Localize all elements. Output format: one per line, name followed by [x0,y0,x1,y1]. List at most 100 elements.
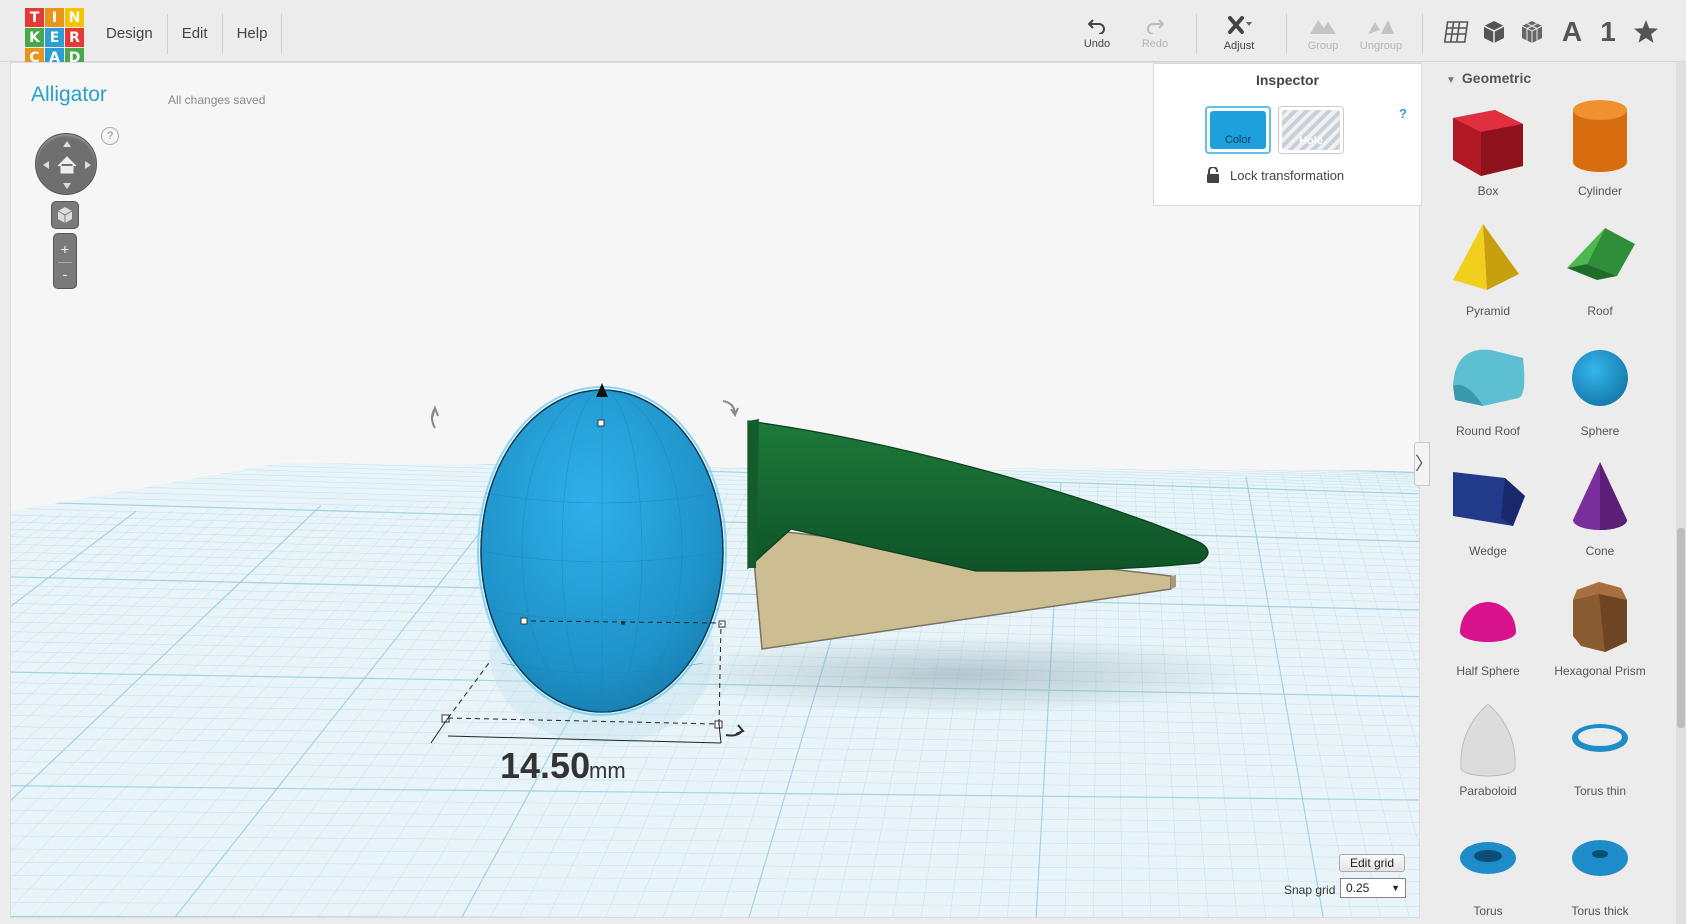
shape-wedge[interactable]: Wedge [1432,456,1544,566]
grid-icon[interactable] [1440,16,1472,48]
shape-label: Cylinder [1577,184,1622,198]
cube-icon[interactable] [1478,16,1510,48]
undo-button[interactable]: Undo [1066,16,1128,50]
toolbar-divider [1286,14,1287,54]
ungroup-icon [1368,20,1394,34]
zoom-out-button[interactable]: - [54,261,76,287]
snap-grid-value: 0.25 [1346,881,1370,895]
logo-letter: R [65,28,84,47]
torus-thick-shape-icon [1572,840,1628,876]
shape-torus-thick[interactable]: Torus thick [1544,816,1656,924]
lock-label: Lock transformation [1230,167,1345,183]
wire-cube-icon[interactable] [1516,16,1548,48]
shape-round-roof[interactable]: Round Roof [1432,336,1544,446]
cube-icon [57,207,73,223]
redo-label: Redo [1141,38,1169,50]
shape-label: Torus thin [1573,784,1627,798]
hole-swatch: Hole [1282,110,1340,150]
height-handle[interactable] [597,419,605,427]
side-handle[interactable] [718,620,726,628]
hole-button[interactable]: Hole [1278,106,1344,154]
toolbar-divider [1196,14,1197,54]
panel-toggle-button[interactable]: 〉 [1414,442,1433,486]
torus-shape-icon [1460,842,1516,874]
undo-icon [1087,19,1105,34]
inspector-title: Inspector [1255,72,1319,88]
view-help-button[interactable]: ? [101,127,119,145]
shape-box[interactable]: Box [1432,96,1544,206]
panel-scrollbar-track[interactable] [1676,62,1686,924]
zoom-controls: + - [53,233,77,289]
shape-sphere[interactable]: Sphere [1544,336,1656,446]
panel-scrollbar-thumb[interactable] [1677,528,1685,728]
shape-label: Hexagonal Prism [1554,664,1646,678]
star-icon[interactable] [1630,16,1662,48]
shapes-panel: ▼ Geometric Box Cylinder Pyramid Roof Rou… [1430,62,1686,924]
inspector-panel: Inspector ? Color Hole Lock transformati… [1153,63,1422,206]
tinkercad-logo[interactable]: T I N K E R C A D [25,8,85,68]
shape-label: Half Sphere [1456,664,1520,678]
color-button[interactable]: Color [1205,106,1271,154]
number-one-icon[interactable]: 1 [1592,16,1624,48]
shape-label: Sphere [1580,424,1620,438]
collapse-triangle-icon: ▼ [1446,75,1456,86]
shape-half-sphere[interactable]: Half Sphere [1432,576,1544,686]
shape-pyramid[interactable]: Pyramid [1432,216,1544,326]
hole-label: Hole [1299,135,1323,147]
shape-label: Pyramid [1465,304,1510,318]
jaw-side [1171,575,1176,589]
group-label: Group [1307,40,1339,52]
adjust-button[interactable]: Adjust [1208,16,1270,52]
shape-cone[interactable]: Cone [1544,456,1656,566]
adjust-tools-icon [1228,16,1252,34]
ungroup-button[interactable]: Ungroup [1350,16,1412,52]
shape-label: Box [1477,184,1499,198]
snap-grid-select[interactable]: 0.25 ▼ [1340,878,1406,898]
shape-label: Round Roof [1455,424,1521,438]
shape-torus[interactable]: Torus [1432,816,1544,924]
shape-hexagonal-prism[interactable]: Hexagonal Prism [1544,576,1656,686]
paraboloid-shape-icon [1460,703,1516,777]
menu-design[interactable]: Design [92,14,168,54]
shape-category-header[interactable]: ▼ Geometric [1446,70,1531,86]
zoom-in-button[interactable]: + [54,236,76,262]
group-button[interactable]: Group [1292,16,1354,52]
orbit-nav-pad[interactable] [35,133,97,195]
pyramid-shape-icon [1453,224,1519,290]
shape-paraboloid[interactable]: Paraboloid [1432,696,1544,806]
padlock-icon [1207,167,1219,183]
inspector-help-button[interactable]: ? [1399,106,1407,121]
torus-thin-shape-icon [1572,724,1628,752]
objects-shadow [661,635,1261,715]
dimension-value[interactable]: 14.50 [500,745,590,786]
cylinder-shape-icon [1573,100,1627,172]
shape-label: Cone [1585,544,1615,558]
ungroup-label: Ungroup [1359,40,1403,52]
hexagonal-prism-shape-icon [1573,582,1627,652]
shape-torus-thin[interactable]: Torus thin [1544,696,1656,806]
category-label: Geometric [1461,70,1532,86]
lock-transformation-toggle[interactable]: Lock transformation [1206,167,1344,183]
shape-label: Paraboloid [1459,784,1517,798]
save-status: All changes saved [168,93,266,107]
redo-button[interactable]: Redo [1124,16,1186,50]
text-letter-icon[interactable]: A [1556,16,1588,48]
corner-handle[interactable] [714,720,723,729]
group-icon [1310,20,1336,34]
shape-roof[interactable]: Roof [1544,216,1656,326]
menu-edit[interactable]: Edit [168,14,223,54]
logo-letter: T [25,8,44,27]
shape-cylinder[interactable]: Cylinder [1544,96,1656,206]
side-handle[interactable] [520,617,528,625]
edit-grid-button[interactable]: Edit grid [1339,854,1405,872]
home-view-icon[interactable] [36,134,98,196]
redo-icon [1147,19,1165,34]
view-cube-button[interactable] [51,201,79,229]
shape-label: Torus [1473,904,1503,918]
shape-label: Roof [1587,304,1613,318]
project-title[interactable]: Alligator [31,83,107,107]
menu-help[interactable]: Help [223,14,283,54]
toolbar-divider [1422,14,1423,54]
main-menu: Design Edit Help [92,14,283,54]
cone-shape-icon [1573,462,1627,530]
